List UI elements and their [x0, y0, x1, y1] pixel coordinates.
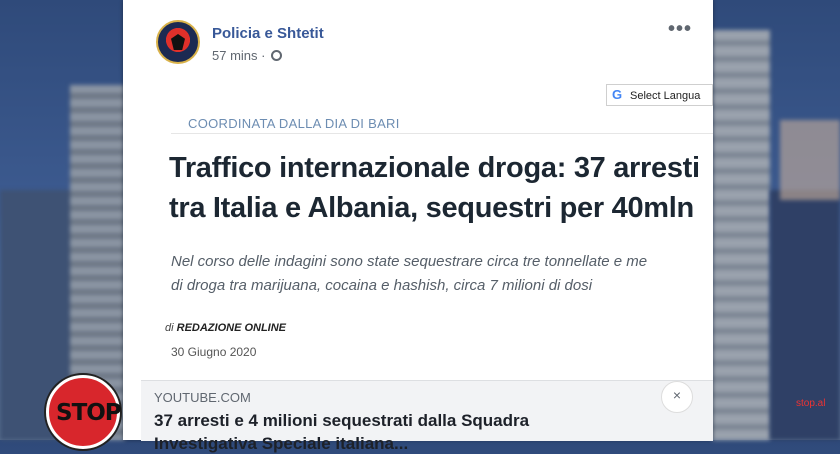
- link-domain: YOUTUBE.COM: [154, 390, 251, 405]
- link-preview[interactable]: YOUTUBE.COM 37 arresti e 4 milioni seque…: [141, 380, 713, 453]
- author-prefix: di: [165, 322, 174, 334]
- summary-line-1: Nel corso delle indagini sono state sequ…: [171, 253, 648, 270]
- more-options-icon[interactable]: •••: [668, 18, 692, 41]
- article-headline: Traffico internazionale droga: 37 arrest…: [169, 148, 713, 228]
- article-kicker: COORDINATA DALLA DIA DI BARI: [188, 116, 400, 131]
- stop-channel-logo: STOP: [46, 375, 122, 449]
- headline-line-1: Traffico internazionale droga: 37 arrest…: [169, 152, 700, 184]
- select-language-label: Select Langua: [630, 90, 701, 102]
- post-header: Policia e Shtetit 57 mins · •••: [123, 0, 713, 80]
- globe-icon: [271, 50, 283, 61]
- post-time[interactable]: 57 mins: [212, 48, 258, 63]
- link-title-line-2[interactable]: Investigativa Speciale italiana...: [154, 434, 408, 454]
- eagle-emblem-icon: [171, 34, 185, 50]
- page-name-link[interactable]: Policia e Shtetit: [212, 25, 324, 42]
- google-icon: G: [612, 87, 623, 102]
- meta-separator: ·: [261, 48, 266, 63]
- link-title[interactable]: 37 arresti e 4 milioni sequestrati dalla…: [154, 411, 529, 431]
- headline-line-2: tra Italia e Albania, sequestri per 40ml…: [169, 192, 694, 224]
- divider: [171, 133, 713, 134]
- stop-logo-text: STOP: [56, 400, 122, 426]
- article-date: 30 Giugno 2020: [171, 345, 257, 359]
- page-avatar[interactable]: [156, 20, 200, 64]
- article-summary: Nel corso delle indagini sono state sequ…: [171, 250, 713, 298]
- background-building: [712, 30, 770, 440]
- background-building: [780, 120, 840, 200]
- article-author: di REDAZIONE ONLINE: [165, 322, 286, 334]
- post-meta: 57 mins ·: [212, 48, 283, 63]
- close-icon[interactable]: ×: [661, 381, 693, 413]
- facebook-post-card: Policia e Shtetit 57 mins · ••• G Select …: [123, 0, 713, 453]
- select-language-button[interactable]: G Select Langua: [606, 84, 713, 106]
- channel-watermark: stop.al: [796, 398, 826, 409]
- article-screenshot[interactable]: G Select Langua COORDINATA DALLA DIA DI B…: [141, 80, 713, 380]
- author-name: REDAZIONE ONLINE: [176, 322, 287, 334]
- summary-line-2: di droga tra marijuana, cocaina e hashis…: [171, 277, 593, 294]
